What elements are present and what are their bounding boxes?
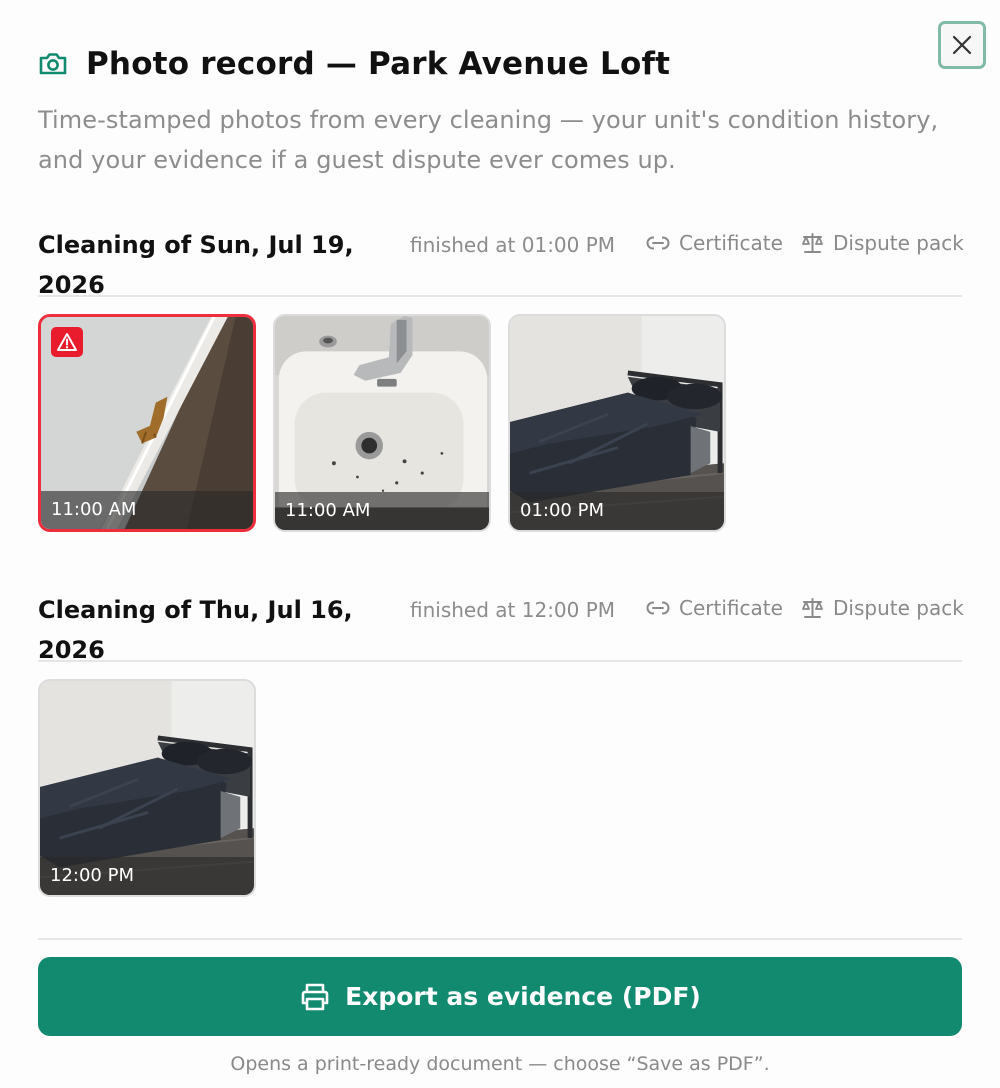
- certificate-label: Certificate: [679, 231, 783, 255]
- dialog-title: Photo record — Park Avenue Loft: [86, 46, 671, 82]
- export-button-label: Export as evidence (PDF): [345, 982, 701, 1011]
- scale-icon: [802, 598, 823, 618]
- photo-grid: 12:00 PM: [38, 679, 962, 897]
- dispute-pack-label: Dispute pack: [833, 596, 964, 620]
- camera-icon: [38, 48, 70, 80]
- photo-thumbnail[interactable]: 01:00 PM: [508, 314, 726, 532]
- footer-divider: [38, 938, 962, 940]
- close-icon: [952, 35, 972, 55]
- session-title: Cleaning of Sun, Jul 19, 2026: [38, 231, 354, 299]
- dispute-pack-label: Dispute pack: [833, 231, 964, 255]
- photo-timestamp: 11:00 AM: [275, 492, 489, 530]
- scale-icon: [802, 233, 823, 253]
- warning-icon: [57, 333, 77, 351]
- photo-grid: 11:00 AM 11:00 AM 01:00 PM: [38, 314, 962, 532]
- dispute-pack-link[interactable]: Dispute pack: [801, 596, 964, 620]
- warning-badge: [51, 327, 83, 357]
- session-header: Cleaning of Thu, Jul 16, 2026 finished a…: [38, 580, 964, 664]
- photo-timestamp: 01:00 PM: [510, 492, 724, 530]
- certificate-link[interactable]: Certificate: [646, 231, 783, 255]
- link-icon: [646, 236, 670, 250]
- photo-thumbnail-flagged[interactable]: 11:00 AM: [38, 314, 256, 532]
- session-header: Cleaning of Sun, Jul 19, 2026 finished a…: [38, 215, 964, 299]
- photo-timestamp: 12:00 PM: [40, 857, 254, 895]
- link-icon: [646, 601, 670, 615]
- dispute-pack-link[interactable]: Dispute pack: [801, 231, 964, 255]
- export-pdf-button[interactable]: Export as evidence (PDF): [38, 957, 962, 1036]
- close-button[interactable]: [938, 21, 986, 69]
- finished-time: finished at 01:00 PM: [410, 233, 616, 257]
- photo-timestamp: 11:00 AM: [41, 491, 253, 529]
- photo-thumbnail[interactable]: 11:00 AM: [273, 314, 491, 532]
- session-title: Cleaning of Thu, Jul 16, 2026: [38, 596, 353, 664]
- dialog-subtitle: Time-stamped photos from every cleaning …: [38, 106, 939, 174]
- finished-time: finished at 12:00 PM: [410, 598, 616, 622]
- dialog-header: Photo record — Park Avenue Loft: [38, 44, 670, 84]
- printer-icon: [301, 983, 329, 1010]
- cleaning-session: Cleaning of Thu, Jul 16, 2026 finished a…: [38, 580, 964, 897]
- certificate-link[interactable]: Certificate: [646, 596, 783, 620]
- photo-record-dialog: Photo record — Park Avenue Loft Time-sta…: [0, 0, 1000, 1088]
- certificate-label: Certificate: [679, 596, 783, 620]
- export-note: Opens a print-ready document — choose “S…: [230, 1053, 770, 1075]
- cleaning-session: Cleaning of Sun, Jul 19, 2026 finished a…: [38, 215, 964, 532]
- photo-thumbnail[interactable]: 12:00 PM: [38, 679, 256, 897]
